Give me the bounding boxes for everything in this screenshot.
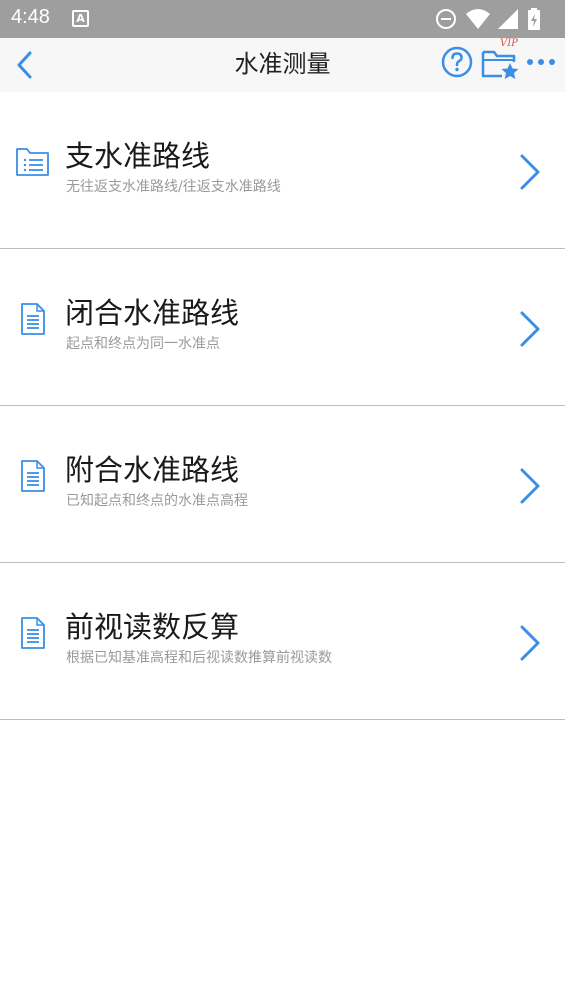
menu-item-subtitle: 根据已知基准高程和后视读数推算前视读数 xyxy=(66,650,332,666)
menu-item-subtitle: 已知起点和终点的水准点高程 xyxy=(66,493,248,509)
status-time: 4:48 xyxy=(11,6,50,28)
folder-list-icon xyxy=(16,148,49,176)
document-icon xyxy=(21,460,45,492)
menu-item-title: 附合水准路线 xyxy=(65,453,240,487)
wifi-icon xyxy=(466,9,490,29)
document-icon xyxy=(21,617,45,649)
more-icon[interactable] xyxy=(526,54,556,70)
chevron-right-icon xyxy=(520,625,540,661)
menu-item-title: 支水准路线 xyxy=(65,139,211,173)
signal-icon xyxy=(498,9,518,29)
notification-a-icon: A xyxy=(72,10,89,27)
menu-item-title: 前视读数反算 xyxy=(65,610,240,644)
menu-item-subtitle: 起点和终点为同一水准点 xyxy=(66,336,220,352)
document-icon xyxy=(21,303,45,335)
chevron-right-icon xyxy=(520,154,540,190)
menu-item-title: 闭合水准路线 xyxy=(65,296,240,330)
menu-item-branch-route[interactable]: 支水准路线 无往返支水准路线/往返支水准路线 xyxy=(0,92,565,249)
app-bar: 水准测量 VIP xyxy=(0,38,565,92)
menu-item-connecting-route[interactable]: 附合水准路线 已知起点和终点的水准点高程 xyxy=(0,406,565,563)
menu-item-subtitle: 无往返支水准路线/往返支水准路线 xyxy=(66,179,281,195)
menu-item-closed-route[interactable]: 闭合水准路线 起点和终点为同一水准点 xyxy=(0,249,565,406)
chevron-right-icon xyxy=(520,468,540,504)
help-icon[interactable] xyxy=(441,46,473,78)
dnd-icon xyxy=(436,9,456,29)
menu-item-foresight-inverse[interactable]: 前视读数反算 根据已知基准高程和后视读数推算前视读数 xyxy=(0,563,565,720)
status-bar: 4:48 A xyxy=(0,0,565,38)
battery-icon xyxy=(528,8,540,30)
chevron-right-icon xyxy=(520,311,540,347)
menu-list: 支水准路线 无往返支水准路线/往返支水准路线 闭合水准路线 起点和终点为同一水准… xyxy=(0,92,565,720)
vip-folder-icon xyxy=(481,50,519,79)
vip-folder-button[interactable]: VIP xyxy=(480,38,520,80)
status-icons xyxy=(435,8,555,30)
